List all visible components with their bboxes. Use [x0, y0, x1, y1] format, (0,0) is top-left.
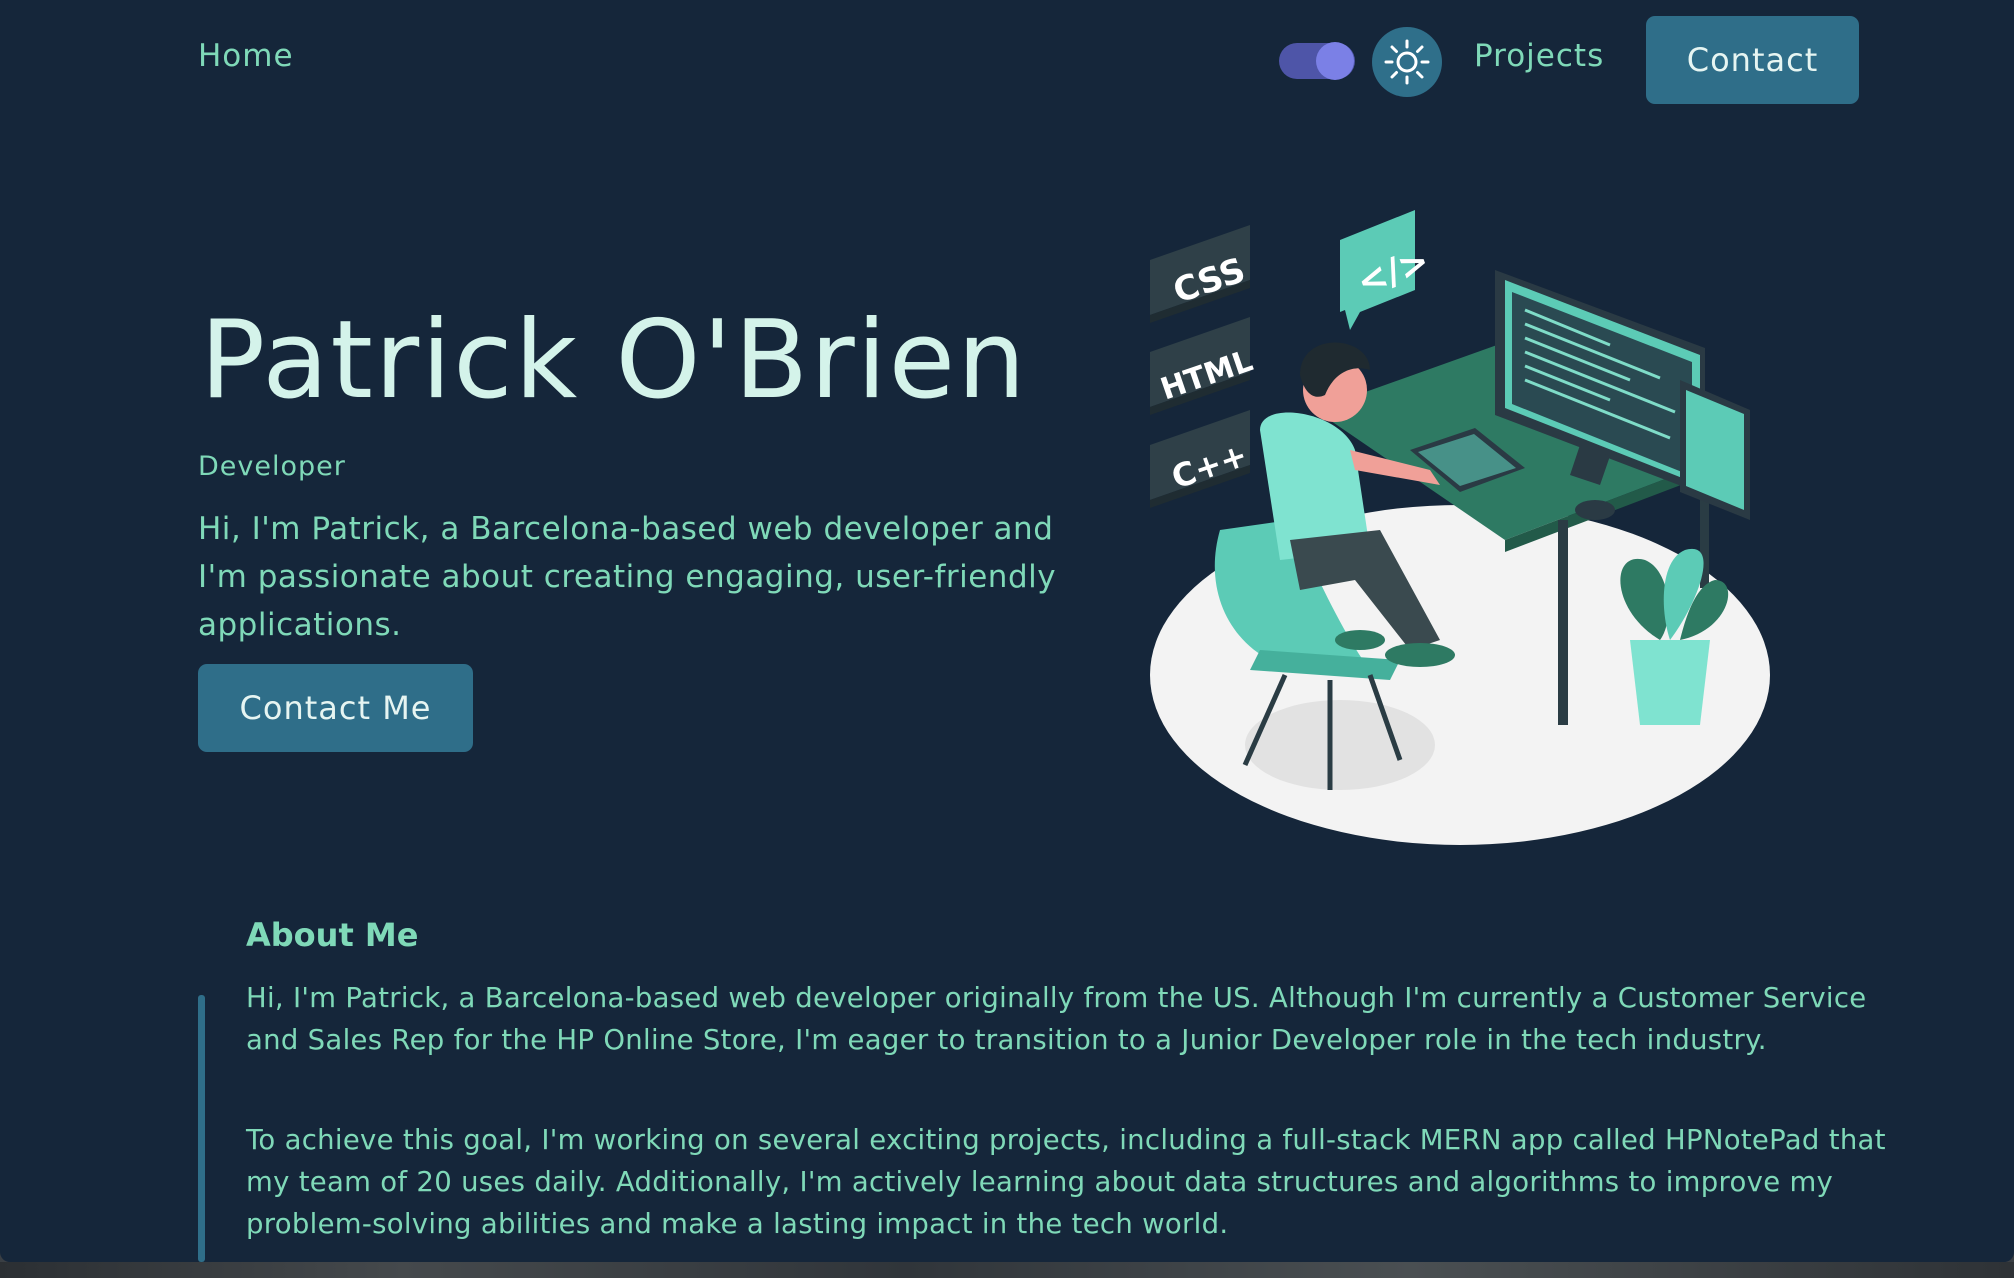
language-badges: CSS HTML C++	[1150, 225, 1257, 508]
hero-intro: Hi, I'm Patrick, a Barcelona-based web d…	[198, 511, 1057, 643]
nav-contact-button[interactable]: Contact	[1646, 16, 1859, 104]
about-paragraph: To achieve this goal, I'm working on sev…	[246, 1124, 1886, 1240]
toggle-knob	[1316, 42, 1354, 80]
about-title: About Me	[246, 916, 419, 954]
background-strip	[0, 1262, 2014, 1278]
theme-sun-button[interactable]	[1372, 27, 1442, 97]
nav-home-link[interactable]: Home	[198, 38, 294, 74]
about-accent-bar	[198, 995, 205, 1262]
hero-role: Developer	[198, 451, 346, 482]
hero-name: Patrick O'Brien	[200, 298, 1028, 423]
contact-me-button[interactable]: Contact Me	[198, 664, 473, 752]
about-paragraph: Hi, I'm Patrick, a Barcelona-based web d…	[246, 982, 1867, 1056]
portfolio-page: Home Projects Contact Patrick O'Brien De…	[0, 0, 2014, 1262]
sun-icon	[1384, 39, 1430, 85]
nav-projects-link[interactable]: Projects	[1474, 38, 1604, 74]
theme-toggle-switch[interactable]	[1279, 42, 1355, 80]
developer-illustration: CSS HTML C++ </>	[1150, 210, 1770, 845]
